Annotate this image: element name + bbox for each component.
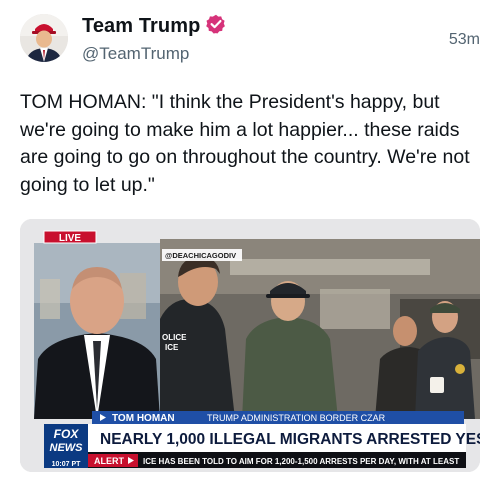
display-name[interactable]: Team Trump bbox=[82, 15, 200, 38]
tweet-text: TOM HOMAN: "I think the President's happ… bbox=[20, 91, 470, 196]
account-name-row: Team Trump bbox=[82, 14, 226, 39]
clock: 10:07 PT bbox=[52, 461, 82, 468]
tweet-card: Team Trump @TeamTrump 53m TOM HOMAN: "I … bbox=[0, 0, 500, 487]
fox-logo-top: FOX bbox=[54, 427, 80, 441]
avatar[interactable] bbox=[20, 14, 68, 62]
vest-text-line2: ICE bbox=[165, 343, 179, 352]
vest-text-line1: OLICE bbox=[162, 333, 187, 342]
headline-banner: NEARLY 1,000 ILLEGAL MIGRANTS ARRESTED Y… bbox=[100, 431, 480, 448]
post-timestamp[interactable]: 53m bbox=[449, 31, 480, 49]
source-tag: @DEACHICAGODIV bbox=[165, 251, 236, 260]
account-handle[interactable]: @TeamTrump bbox=[82, 44, 189, 64]
alert-label: ALERT bbox=[94, 456, 124, 466]
avatar-image bbox=[20, 14, 68, 62]
alert-ticker: ICE HAS BEEN TOLD TO AIM FOR 1,200-1,500… bbox=[143, 457, 459, 466]
lower-third-name: TOM HOMAN bbox=[112, 413, 175, 424]
video-thumbnail[interactable]: OLICE ICE LIVE @DEACHICAGODIV TOM HOMAN … bbox=[20, 219, 480, 472]
verified-badge-icon bbox=[206, 14, 226, 39]
live-badge: LIVE bbox=[59, 233, 82, 244]
lower-third-role: TRUMP ADMINISTRATION BORDER CZAR bbox=[207, 413, 386, 423]
fox-logo-bottom: NEWS bbox=[50, 442, 84, 454]
